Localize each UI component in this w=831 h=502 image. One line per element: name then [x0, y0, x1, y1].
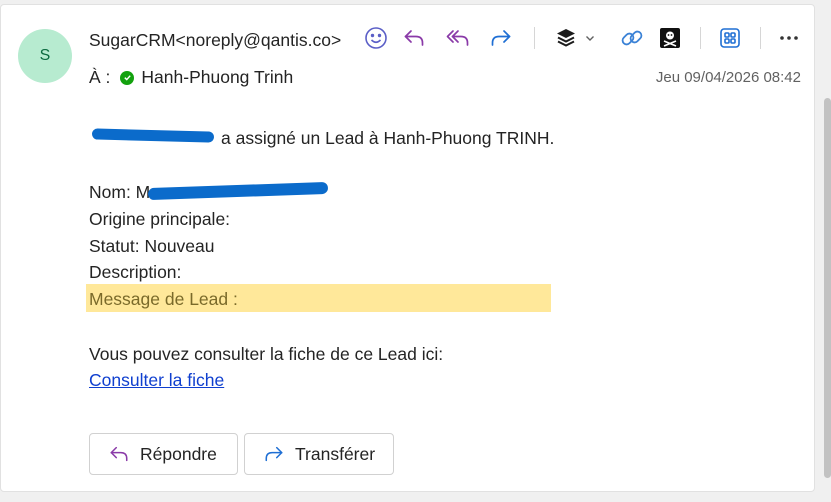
scrollbar-thumb[interactable] — [824, 98, 831, 478]
name-line: Nom: M — [89, 179, 150, 205]
toolbar-separator — [534, 27, 535, 49]
reply-icon[interactable] — [398, 22, 430, 54]
recipient-row: À : Hanh-Phuong Trinh — [89, 67, 293, 88]
origin-line: Origine principale: — [89, 209, 231, 229]
apps-icon[interactable] — [714, 22, 746, 54]
reply-all-icon[interactable] — [442, 22, 474, 54]
more-icon[interactable] — [773, 22, 805, 54]
pirate-icon[interactable] — [654, 22, 686, 54]
forward-button[interactable]: Transférer — [244, 433, 394, 475]
avatar[interactable]: S — [18, 29, 72, 83]
forward-icon — [265, 446, 283, 462]
description-line: Description: — [89, 262, 182, 282]
assignment-text: a assigné un Lead à Hanh-Phuong TRINH. — [221, 128, 555, 148]
link-icon[interactable] — [616, 22, 648, 54]
forward-icon[interactable] — [485, 22, 517, 54]
chevron-down-icon[interactable] — [580, 22, 600, 54]
emoji-icon[interactable] — [360, 22, 392, 54]
reply-button-label: Répondre — [140, 443, 217, 464]
reply-icon — [110, 446, 128, 462]
toolbar-separator — [760, 27, 761, 49]
layers-icon[interactable] — [550, 22, 582, 54]
to-label: À : — [89, 67, 111, 87]
presence-available-icon — [120, 70, 135, 85]
sender[interactable]: SugarCRM<noreply@qantis.co> — [89, 30, 341, 51]
sent-date: Jeu 09/04/2026 08:42 — [655, 69, 801, 86]
message-lead-line: Message de Lead : — [89, 289, 238, 309]
status-line: Statut: Nouveau — [89, 236, 215, 256]
reply-button[interactable]: Répondre — [89, 433, 238, 475]
toolbar-separator — [700, 27, 701, 49]
name-label: Nom: M — [89, 182, 151, 202]
forward-button-label: Transférer — [295, 443, 376, 464]
avatar-initial: S — [39, 47, 51, 64]
consult-text: Vous pouvez consulter la fiche de ce Lea… — [89, 344, 444, 364]
consult-link[interactable]: Consulter la fiche — [89, 367, 224, 393]
recipient-name[interactable]: Hanh-Phuong Trinh — [141, 67, 293, 88]
